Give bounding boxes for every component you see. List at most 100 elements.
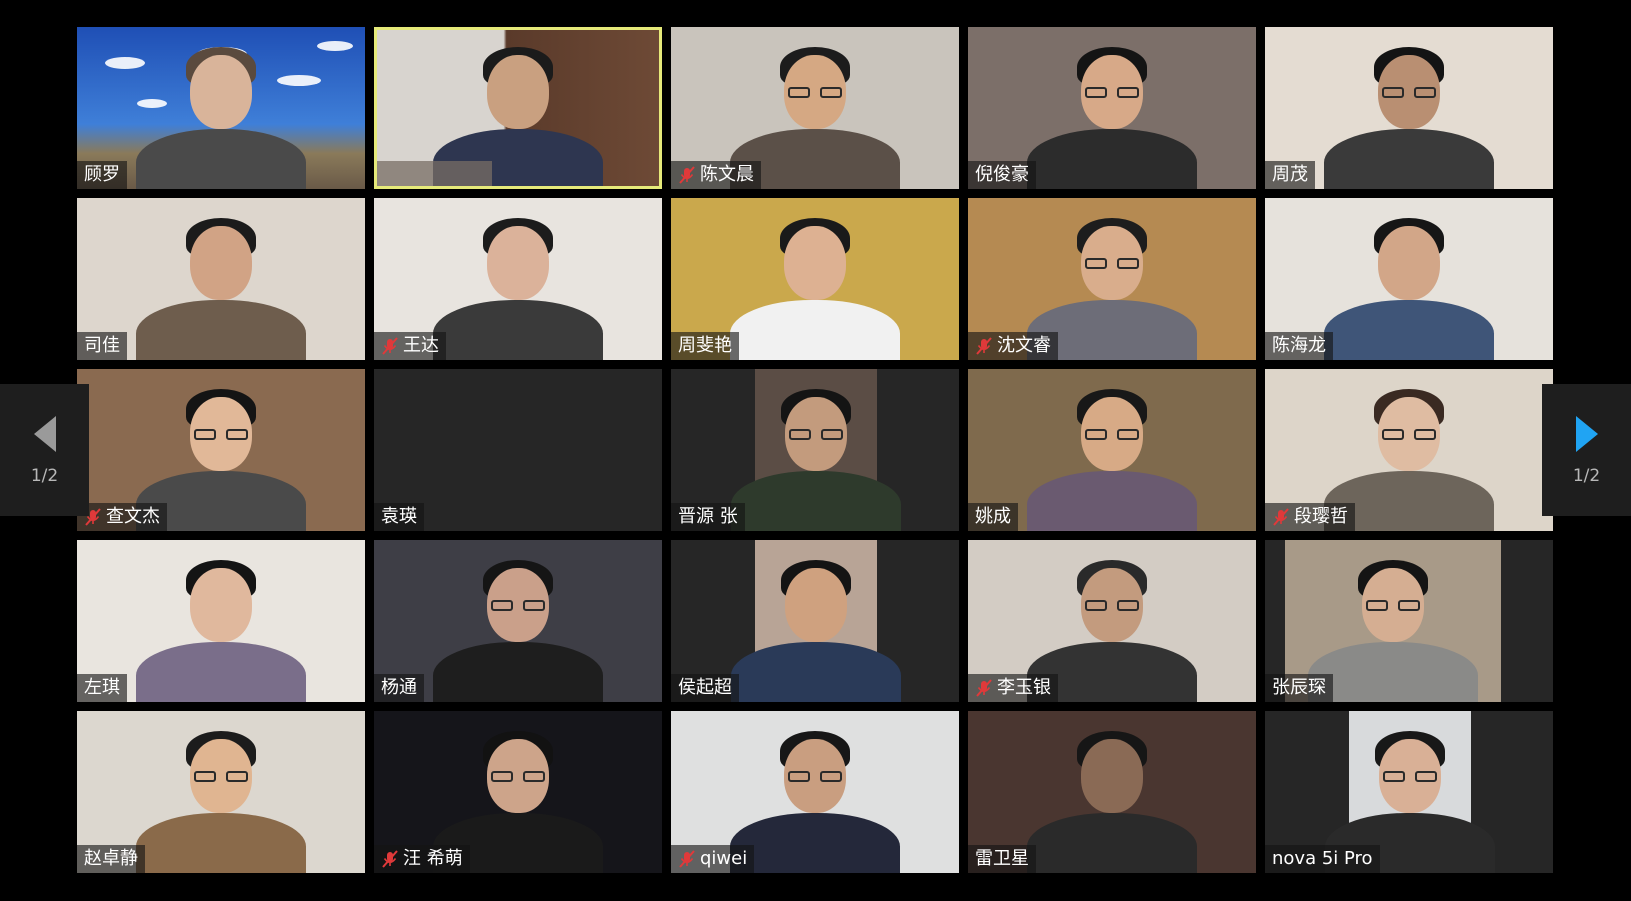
participant-name-label: 顾罗 — [77, 161, 127, 189]
participant-name-label: nova 5i Pro — [1265, 845, 1380, 873]
participant-video-tile[interactable]: 王达 — [374, 198, 662, 360]
participant-video-tile[interactable]: qiwei — [671, 711, 959, 873]
participant-body — [1027, 813, 1197, 873]
glasses-icon — [1085, 87, 1139, 99]
participant-face — [487, 226, 549, 300]
participant-name: 查文杰 — [106, 506, 160, 527]
participant-face — [1081, 739, 1143, 813]
participant-name-label: 陈海龙 — [1265, 332, 1333, 360]
participant-name-label: 左琪 — [77, 674, 127, 702]
participant-silhouette — [731, 369, 901, 531]
participant-body — [730, 813, 900, 873]
participant-name-label: 侯起超 — [671, 674, 739, 702]
participant-name: qiwei — [700, 848, 748, 869]
participant-name-label: 晋源 张 — [671, 503, 745, 531]
participant-video-tile[interactable]: 陈文晨 — [671, 27, 959, 189]
microphone-muted-icon — [975, 679, 993, 697]
triangle-right-icon — [1575, 416, 1598, 452]
participant-name: 赵卓静 — [84, 848, 138, 869]
participant-video-tile[interactable]: 查文杰 — [77, 369, 365, 531]
glasses-icon — [194, 429, 248, 441]
participant-name-label: 沈文睿 — [968, 332, 1058, 360]
participant-face — [190, 55, 252, 129]
participant-video-tile[interactable]: 周茂 — [1265, 27, 1553, 189]
page-indicator-right: 1/2 — [1572, 466, 1601, 486]
participant-video-tile[interactable]: 雷卫星 — [968, 711, 1256, 873]
participant-body — [136, 129, 306, 189]
participant-video-tile[interactable] — [374, 27, 662, 189]
participant-name-label: 张辰琛 — [1265, 674, 1333, 702]
microphone-muted-icon — [381, 850, 399, 868]
participant-name-label: 司佳 — [77, 332, 127, 360]
glasses-icon — [788, 771, 842, 783]
glasses-icon — [491, 600, 545, 612]
participant-name: 左琪 — [84, 677, 120, 698]
participant-name: 段璎哲 — [1294, 506, 1348, 527]
participant-name-label: 杨通 — [374, 674, 424, 702]
participant-body — [433, 642, 603, 702]
participant-name-label: 倪俊豪 — [968, 161, 1036, 189]
triangle-left-icon — [33, 416, 56, 452]
glasses-icon — [1382, 429, 1436, 441]
participant-video-tile[interactable]: 周斐艳 — [671, 198, 959, 360]
glasses-icon — [788, 87, 842, 99]
participant-video-tile[interactable]: 李玉银 — [968, 540, 1256, 702]
participant-face — [785, 568, 847, 642]
participant-video-tile[interactable]: nova 5i Pro — [1265, 711, 1553, 873]
next-page-button[interactable]: 1/2 — [1542, 384, 1631, 516]
participant-name: 雷卫星 — [975, 848, 1029, 869]
page-indicator-left: 1/2 — [30, 466, 59, 486]
participant-name: 周茂 — [1272, 164, 1308, 185]
participant-face — [1378, 226, 1440, 300]
participant-name-label: 查文杰 — [77, 503, 167, 531]
participant-name: 侯起超 — [678, 677, 732, 698]
participant-name: 杨通 — [381, 677, 417, 698]
participant-video-tile[interactable]: 侯起超 — [671, 540, 959, 702]
previous-page-button[interactable]: 1/2 — [0, 384, 89, 516]
participant-video-tile[interactable]: 左琪 — [77, 540, 365, 702]
participant-video-tile[interactable]: 张辰琛 — [1265, 540, 1553, 702]
participant-video-tile[interactable]: 汪 希萌 — [374, 711, 662, 873]
participant-name: 晋源 张 — [678, 506, 738, 527]
participant-video-tile[interactable]: 杨通 — [374, 540, 662, 702]
participant-name-label: 周斐艳 — [671, 332, 739, 360]
participant-body — [731, 471, 901, 531]
participant-video-tile[interactable]: 段璎哲 — [1265, 369, 1553, 531]
participant-video-tile[interactable]: 顾罗 — [77, 27, 365, 189]
participant-video-tile[interactable]: 陈海龙 — [1265, 198, 1553, 360]
participant-name: 倪俊豪 — [975, 164, 1029, 185]
participant-name: 王达 — [403, 335, 439, 356]
participant-name-label: 雷卫星 — [968, 845, 1036, 873]
participant-name: 顾罗 — [84, 164, 120, 185]
participant-video-tile[interactable]: 晋源 张 — [671, 369, 959, 531]
glasses-icon — [1085, 258, 1139, 270]
participant-video-tile[interactable]: 袁瑛 — [374, 369, 662, 531]
participant-name-label: 袁瑛 — [374, 503, 424, 531]
participant-body — [730, 300, 900, 360]
participant-video-tile[interactable]: 姚成 — [968, 369, 1256, 531]
participant-video-tile[interactable]: 沈文睿 — [968, 198, 1256, 360]
participant-face — [487, 55, 549, 129]
participant-video-tile[interactable]: 司佳 — [77, 198, 365, 360]
participant-name-label: 赵卓静 — [77, 845, 145, 873]
participant-body — [731, 642, 901, 702]
participant-name-label: 陈文晨 — [671, 161, 761, 189]
participant-body — [1324, 129, 1494, 189]
participant-face — [190, 568, 252, 642]
glasses-icon — [491, 771, 545, 783]
participant-name-label: qiwei — [671, 845, 755, 873]
glasses-icon — [194, 771, 248, 783]
participant-name-label: 汪 希萌 — [374, 845, 470, 873]
glasses-icon — [1383, 771, 1437, 783]
participant-body — [136, 300, 306, 360]
participant-name-label: 周茂 — [1265, 161, 1315, 189]
microphone-muted-icon — [678, 166, 696, 184]
participant-name: 沈文睿 — [997, 335, 1051, 356]
participant-video-tile[interactable]: 倪俊豪 — [968, 27, 1256, 189]
glasses-icon — [1382, 87, 1436, 99]
participant-name: 张辰琛 — [1272, 677, 1326, 698]
participant-video-tile[interactable]: 赵卓静 — [77, 711, 365, 873]
glasses-icon — [1085, 600, 1139, 612]
glasses-icon — [1085, 429, 1139, 441]
glasses-icon — [1366, 600, 1420, 612]
